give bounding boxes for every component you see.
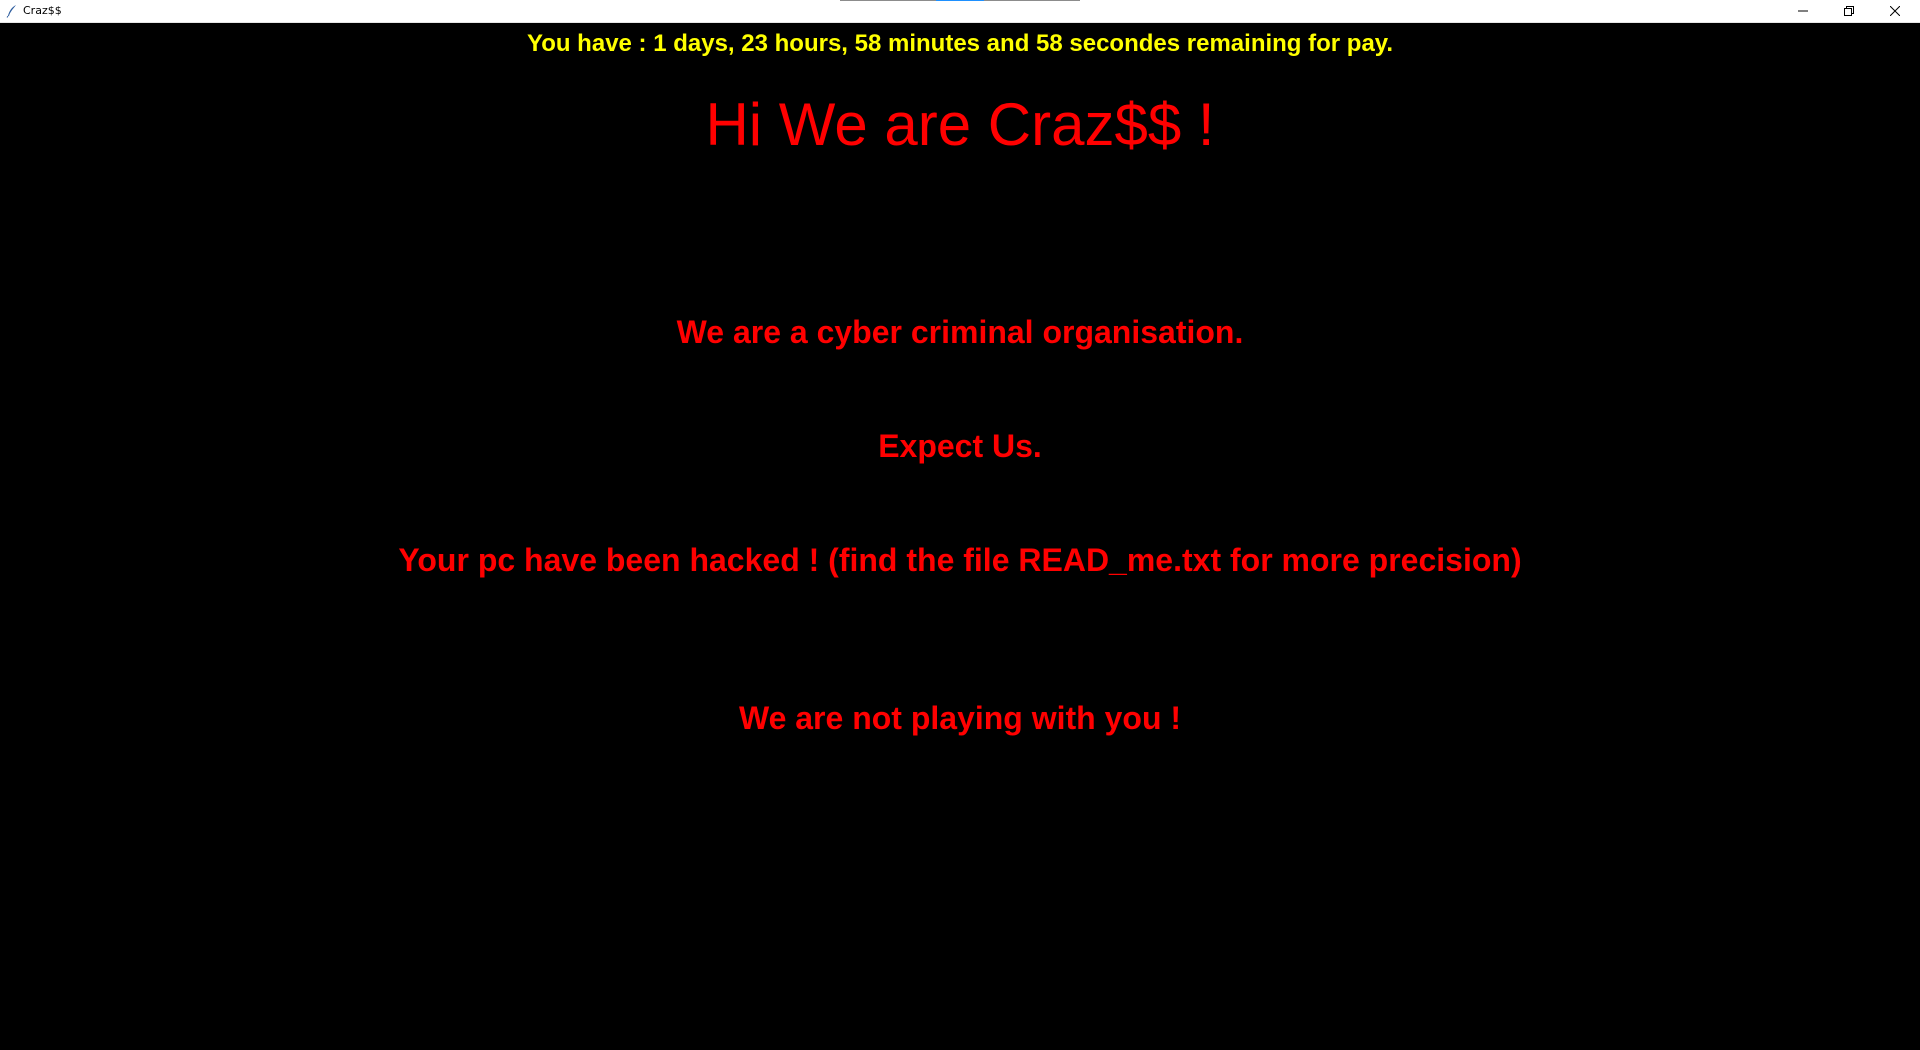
headline: Hi We are Craz$$ !	[705, 91, 1215, 158]
ransom-window: Craz$$ You have : 1 days, 23 hours, 58 m…	[0, 0, 1920, 1050]
close-icon	[1890, 6, 1900, 16]
title-bar-accent	[936, 0, 984, 1]
close-button[interactable]	[1872, 0, 1918, 22]
restore-icon	[1844, 6, 1854, 16]
title-bar[interactable]: Craz$$	[0, 0, 1920, 23]
message-hacked: Your pc have been hacked ! (find the fil…	[398, 542, 1522, 578]
restore-button[interactable]	[1826, 0, 1872, 22]
minimize-button[interactable]	[1780, 0, 1826, 22]
message-not-playing: We are not playing with you !	[738, 700, 1182, 736]
minimize-icon	[1798, 10, 1808, 12]
message-expect-us: Expect Us.	[878, 428, 1042, 464]
ransom-content: You have : 1 days, 23 hours, 58 minutes …	[0, 23, 1920, 1050]
window-title: Craz$$	[23, 4, 62, 17]
countdown-timer: You have : 1 days, 23 hours, 58 minutes …	[526, 30, 1394, 57]
message-organisation: We are a cyber criminal organisation.	[676, 314, 1244, 350]
feather-icon	[6, 5, 16, 18]
